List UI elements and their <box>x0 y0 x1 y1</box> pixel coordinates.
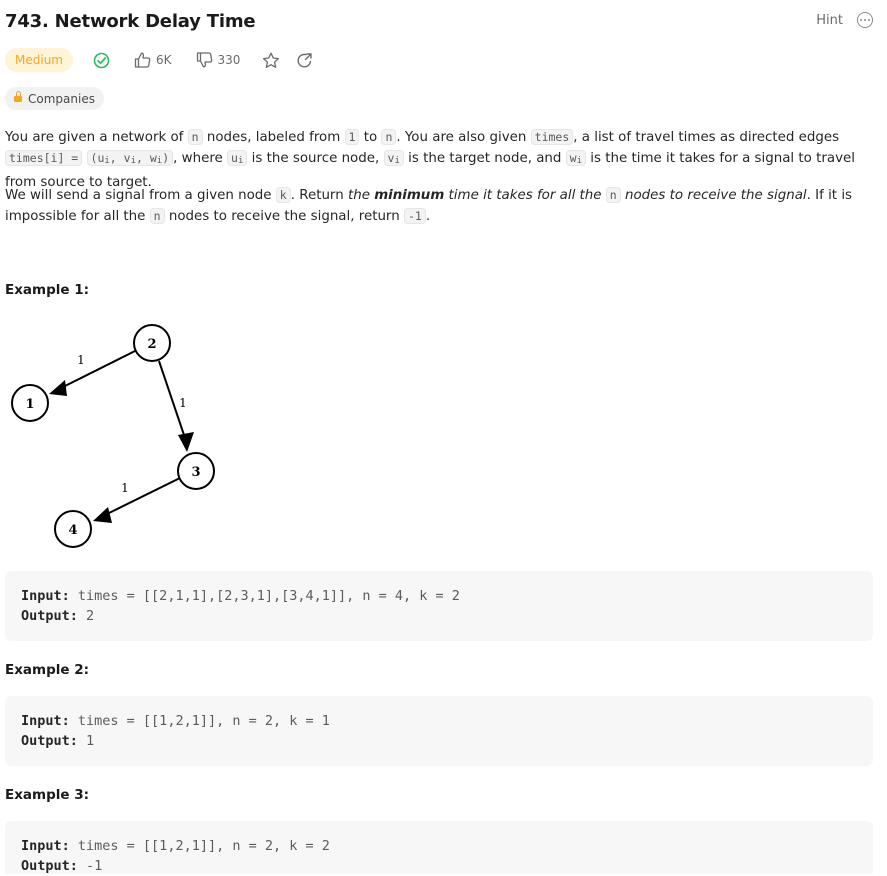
output-value: -1 <box>77 858 103 874</box>
emphasis: minimum <box>374 188 445 203</box>
input-value: times = [[1,2,1]], n = 2, k = 1 <box>69 713 330 729</box>
text: nodes, labeled from <box>202 130 345 145</box>
problem-title: 743. Network Delay Time <box>5 11 256 32</box>
star-icon[interactable] <box>262 52 280 69</box>
input-label: Input: <box>21 588 70 604</box>
thumbs-up-icon <box>134 52 151 68</box>
text: is the target node, and <box>403 151 566 166</box>
arrowhead <box>49 380 67 396</box>
node-label: 1 <box>25 397 34 412</box>
inline-code: times[i] = <box>5 150 83 166</box>
more-options-icon[interactable] <box>857 12 873 28</box>
header-actions: Hint <box>816 12 873 28</box>
edge-weight-label: 1 <box>179 396 187 410</box>
inline-code: n <box>381 129 397 145</box>
thumbs-down-icon <box>196 52 213 68</box>
lock-icon <box>14 91 22 103</box>
text: nodes to receive the signal, return <box>164 209 404 224</box>
inline-code: k <box>275 187 291 203</box>
example-code-block: Input: times = [[2,1,1],[2,3,1],[3,4,1]]… <box>5 571 873 641</box>
example-code-block: Input: times = [[1,2,1]], n = 2, k = 2 O… <box>5 821 873 874</box>
like-count: 6K <box>155 53 172 67</box>
inline-code: wi <box>565 150 587 166</box>
graph-edge <box>60 350 136 389</box>
example-heading: Example 2: <box>5 662 90 678</box>
output-label: Output: <box>21 858 78 874</box>
arrowhead <box>93 507 112 523</box>
inline-code: n <box>149 208 165 224</box>
share-icon[interactable] <box>296 52 313 69</box>
input-value: times = [[2,1,1],[2,3,1],[3,4,1]], n = 4… <box>69 588 460 604</box>
text: nodes to receive the signal <box>620 188 807 203</box>
arrowhead <box>178 432 194 452</box>
solved-check-icon <box>93 52 110 69</box>
input-label: Input: <box>21 713 70 729</box>
inline-code: n <box>605 187 621 203</box>
example-code-block: Input: times = [[1,2,1]], n = 2, k = 1 O… <box>5 696 873 766</box>
text: time it takes for all the <box>444 188 606 203</box>
dislike-button[interactable]: 330 <box>196 52 241 68</box>
node-label: 3 <box>191 465 200 480</box>
text: to <box>359 130 382 145</box>
inline-code: 1 <box>344 129 360 145</box>
edge-tuple-code: (ui, vi, wi) <box>86 150 174 166</box>
output-label: Output: <box>21 608 78 624</box>
description-paragraph-2: We will send a signal from a given node … <box>5 185 871 227</box>
dislike-count: 330 <box>217 53 241 67</box>
description-paragraph-1: You are given a network of n nodes, labe… <box>5 127 871 193</box>
inline-code: n <box>187 129 203 145</box>
text: You are given a network of <box>5 130 188 145</box>
input-label: Input: <box>21 838 70 854</box>
companies-tag[interactable]: Companies <box>5 87 104 110</box>
text: the <box>347 188 375 203</box>
text: . <box>425 209 431 224</box>
inline-code: -1 <box>403 208 426 224</box>
text: , a list of travel times as directed edg… <box>573 130 840 145</box>
node-label: 4 <box>68 523 77 538</box>
output-value: 1 <box>77 733 95 749</box>
edge-weight-label: 1 <box>121 481 129 495</box>
example-heading: Example 1: <box>5 282 90 298</box>
like-button[interactable]: 6K <box>134 52 172 68</box>
text: , where <box>173 151 228 166</box>
edge-weight-label: 1 <box>77 353 85 367</box>
network-graph-diagram: 2 1 3 4 1 1 1 <box>11 324 215 548</box>
text: We will send a signal from a given node <box>5 188 276 203</box>
output-value: 2 <box>77 608 95 624</box>
example-heading: Example 3: <box>5 787 90 803</box>
node-label: 2 <box>147 337 156 352</box>
hint-button[interactable]: Hint <box>816 13 843 28</box>
companies-label: Companies <box>28 91 95 106</box>
difficulty-badge[interactable]: Medium <box>5 48 73 72</box>
output-label: Output: <box>21 733 78 749</box>
inline-code: ui <box>227 150 248 166</box>
inline-code: times <box>530 129 574 145</box>
problem-meta: Medium 6K 330 <box>5 48 313 72</box>
graph-edge <box>104 477 181 516</box>
inline-code: vi <box>383 150 404 166</box>
text: . You are also given <box>396 130 531 145</box>
text: is the source node, <box>247 151 384 166</box>
text: . Return <box>290 188 348 203</box>
input-value: times = [[1,2,1]], n = 2, k = 2 <box>69 838 330 854</box>
